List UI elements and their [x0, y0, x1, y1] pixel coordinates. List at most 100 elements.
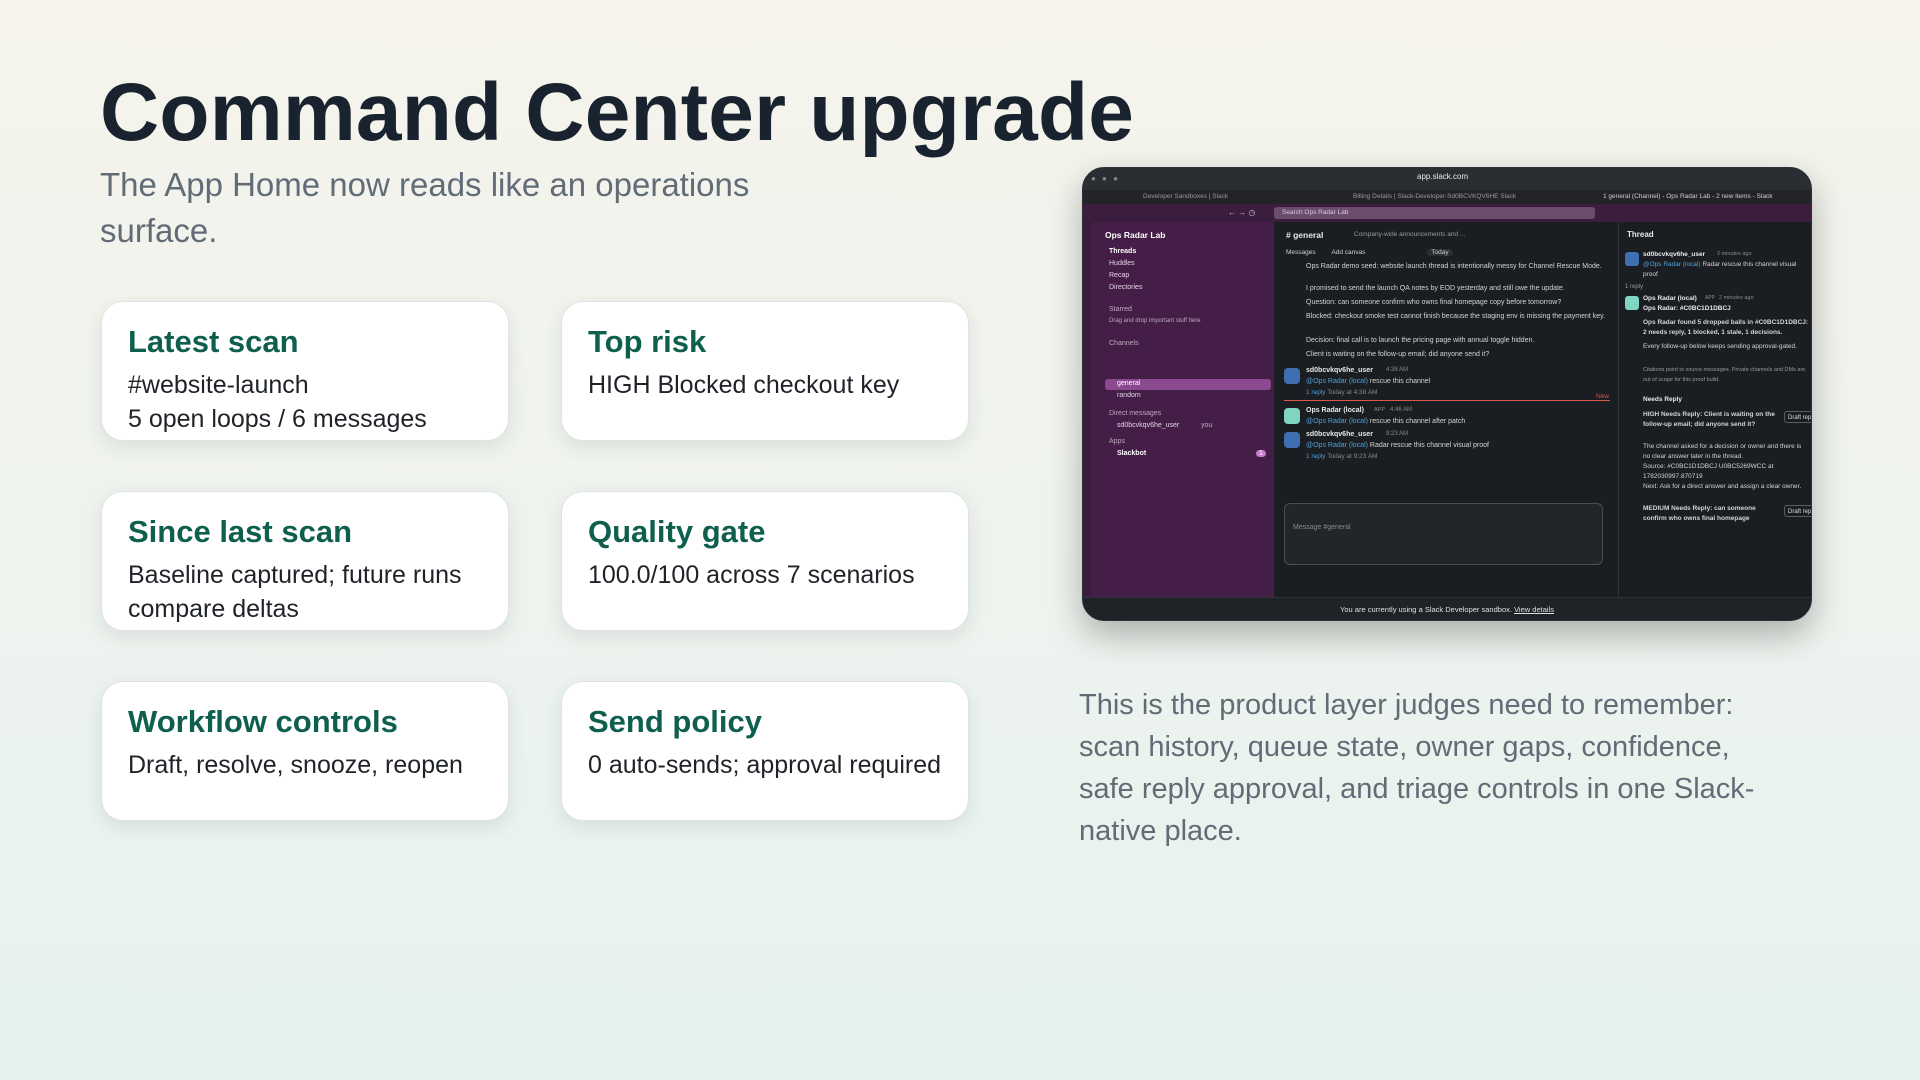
message-time: 4:46 AM: [1390, 407, 1413, 413]
draft-reply-button: Draft reply: [1784, 411, 1811, 423]
sidebar-dm-user: sd0bcvkqv6he_user: [1117, 422, 1180, 429]
address-bar: app.slack.com: [1417, 172, 1469, 181]
thread-author: sd0bcvkqv6he_user: [1643, 251, 1706, 258]
risk-source: Source: #C0BC1D1DBCJ U0BC5269WCC at 1782…: [1643, 463, 1774, 480]
message-text: Client is waiting on the follow-up email…: [1306, 351, 1490, 358]
card-title: Quality gate: [588, 514, 766, 549]
message-author: Ops Radar (local): [1306, 407, 1364, 414]
tab-add-canvas: Add canvas: [1331, 249, 1366, 256]
card-title: Top risk: [588, 324, 707, 359]
mention: @Ops Radar (local): [1306, 378, 1368, 385]
thread-time: 2 minutes ago: [1719, 295, 1754, 301]
risk-next: Next: Ask for a direct answer and assign…: [1643, 483, 1802, 490]
browser-toolbar: ● ● ● app.slack.com: [1083, 168, 1811, 190]
card-title: Since last scan: [128, 514, 353, 549]
slack-screenshot: ● ● ● app.slack.com Developer Sandboxes …: [1082, 167, 1812, 621]
reply-link: 1 reply Today at 4:38 AM: [1306, 389, 1378, 396]
avatar: [1284, 368, 1300, 384]
message-body: rescue this channel: [1369, 378, 1431, 385]
thread-text: @Ops Radar (local) Radar rescue this cha…: [1643, 261, 1797, 278]
banner-text: You are currently using a Slack Develope…: [1340, 605, 1512, 614]
avatar: [1625, 296, 1639, 310]
card-body: HIGH Blocked checkout key: [588, 371, 900, 399]
sidebar-dm-header: Direct messages: [1109, 410, 1162, 417]
card-title: Workflow controls: [128, 704, 398, 739]
slack-top-bar: ← → ◷ Search Ops Radar Lab: [1083, 204, 1811, 222]
thread-time: 2 minutes ago: [1717, 251, 1752, 257]
avatar: [1284, 408, 1300, 424]
thread-author: Ops Radar (local): [1643, 295, 1697, 302]
channel-description: Company-wide announcements and ...: [1354, 231, 1466, 238]
avatar: [1625, 252, 1639, 266]
sandbox-banner: You are currently using a Slack Develope…: [1083, 597, 1811, 620]
tab-messages: Messages: [1286, 249, 1316, 256]
risk-item: MEDIUM Needs Reply: can someone confirm …: [1643, 505, 1756, 522]
card-title: Send policy: [588, 704, 762, 739]
window-controls-icon: ● ● ●: [1091, 174, 1120, 183]
workspace-name: Ops Radar Lab: [1105, 230, 1166, 240]
message-time: 4:38 AM: [1386, 367, 1409, 373]
card-body: 100.0/100 across 7 scenarios: [588, 561, 915, 589]
draft-reply-button: Draft reply: [1784, 505, 1811, 517]
sidebar-starred-header: Starred: [1109, 306, 1132, 313]
workspace-rail: [1083, 222, 1091, 597]
message-composer: Message #general: [1284, 503, 1603, 565]
message-text: @Ops Radar (local) rescue this channel a…: [1306, 418, 1466, 425]
card-body: 0 auto-sends; approval required: [588, 751, 942, 779]
browser-tabs: Developer Sandboxes | Slack Billing Deta…: [1083, 190, 1811, 204]
thread-note: Citations point to source messages. Priv…: [1643, 367, 1806, 383]
sidebar-channel-random: random: [1117, 392, 1141, 399]
new-label: New: [1595, 393, 1609, 400]
card-body: #website-launch 5 open loops / 6 message…: [128, 371, 427, 433]
message-text: Decision: final call is to launch the pr…: [1306, 337, 1535, 344]
channel-tabs: Messages Add canvas Today: [1286, 249, 1453, 256]
risk-detail: The channel asked for a decision or owne…: [1643, 443, 1802, 460]
view-details-link: View details: [1514, 605, 1554, 614]
message-text: Question: can someone confirm who owns f…: [1306, 299, 1562, 306]
browser-tab: 1 general (Channel) - Ops Radar Lab - 2 …: [1603, 193, 1773, 200]
message-author: sd0bcvkqv6he_user: [1306, 367, 1373, 374]
sidebar-item-threads: Threads: [1109, 248, 1137, 255]
message-text: Ops Radar demo seed: website launch thre…: [1306, 263, 1602, 270]
message-text: @Ops Radar (local) Radar rescue this cha…: [1306, 442, 1489, 449]
card-body: Baseline captured; future runs compare d…: [128, 561, 462, 623]
message-text: @Ops Radar (local) rescue this channel: [1306, 377, 1606, 387]
new-messages-divider: [1284, 400, 1610, 401]
card-latest-scan: Latest scan #website-launch 5 open loops…: [101, 301, 509, 441]
risk-item: HIGH Needs Reply: Client is waiting on t…: [1643, 411, 1775, 428]
sidebar-item-huddles: Huddles: [1109, 260, 1135, 267]
channel-name: # general: [1286, 230, 1324, 240]
browser-tab: Billing Details | Slack-Developer-Sd0BCV…: [1353, 193, 1517, 200]
sidebar-channel-general: general: [1117, 380, 1141, 387]
sidebar-starred-hint: Drag and drop important stuff here: [1109, 318, 1201, 324]
card-send-policy: Send policy 0 auto-sends; approval requi…: [561, 681, 969, 821]
message-time: 9:23 AM: [1386, 431, 1409, 437]
browser-tab: Developer Sandboxes | Slack: [1143, 193, 1229, 200]
sidebar-app-slackbot: Slackbot: [1117, 450, 1147, 457]
slack-sidebar: Ops Radar Lab Threads Huddles Recap Dire…: [1091, 222, 1273, 597]
slack-search-input: Search Ops Radar Lab: [1274, 207, 1595, 219]
sidebar-apps-header: Apps: [1109, 438, 1125, 445]
card-body: Draft, resolve, snooze, reopen: [128, 751, 463, 779]
message-text: Blocked: checkout smoke test cannot fini…: [1306, 313, 1606, 320]
thread-bot-heading: Ops Radar: #C0BC1D1DBCJ: [1643, 305, 1731, 312]
slackbot-badge: 1: [1256, 450, 1266, 457]
sidebar-item-directories: Directories: [1109, 284, 1143, 291]
page-subtitle: The App Home now reads like an operation…: [100, 166, 750, 249]
thread-summary: Ops Radar found 5 dropped balls in #C0BC…: [1643, 319, 1809, 336]
card-top-risk: Top risk HIGH Blocked checkout key: [561, 301, 969, 441]
card-title: Latest scan: [128, 324, 299, 359]
history-nav-icon: ← → ◷: [1228, 208, 1256, 217]
description-text: This is the product layer judges need to…: [1079, 689, 1755, 847]
thread-followup: Every follow-up below keeps sending appr…: [1643, 343, 1797, 350]
avatar: [1284, 432, 1300, 448]
sidebar-channels-header: Channels: [1109, 340, 1139, 347]
date-pill: Today: [1427, 249, 1453, 256]
sidebar-item-recap: Recap: [1109, 272, 1130, 279]
sidebar-dm-you: you: [1201, 422, 1213, 429]
card-quality-gate: Quality gate 100.0/100 across 7 scenario…: [561, 491, 969, 631]
reply-link: 1 reply Today at 9:23 AM: [1306, 453, 1378, 460]
message-text: I promised to send the launch QA notes b…: [1306, 285, 1565, 292]
page-title: Command Center upgrade: [100, 67, 1135, 158]
app-tag: APP: [1705, 295, 1716, 301]
